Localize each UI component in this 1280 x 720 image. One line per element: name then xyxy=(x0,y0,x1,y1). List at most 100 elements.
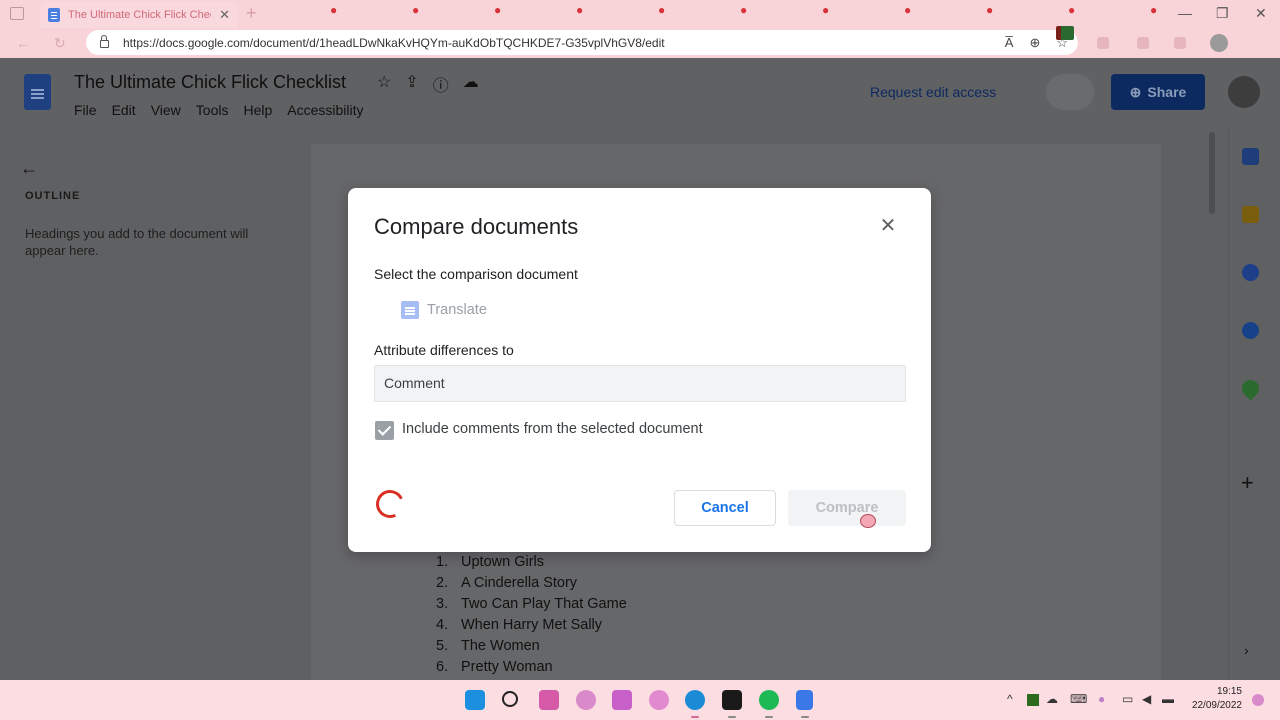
strawberry-decoration-icon: ● xyxy=(330,3,338,17)
volume-icon[interactable]: ◀ xyxy=(1142,692,1151,706)
include-comments-checkbox[interactable] xyxy=(375,421,394,440)
list-item: 6. Pretty Woman xyxy=(436,659,553,675)
menu-edit[interactable]: Edit xyxy=(112,102,136,118)
network-icon[interactable]: ▭ xyxy=(1122,692,1133,706)
close-window-button[interactable]: ✕ xyxy=(1255,5,1267,22)
menu-tools[interactable]: Tools xyxy=(196,102,229,118)
read-aloud-icon[interactable]: A̅ xyxy=(1005,35,1014,51)
onedrive-icon[interactable]: ☁ xyxy=(1046,692,1058,706)
docs-header: The Ultimate Chick Flick Checklist ☆ ⇪ ⓘ… xyxy=(0,58,1280,128)
app-icon[interactable] xyxy=(649,690,669,710)
tasks-icon[interactable] xyxy=(1242,264,1259,281)
docs-favicon-icon xyxy=(48,8,60,22)
app-icon[interactable] xyxy=(539,690,559,710)
select-document-label: Select the comparison document xyxy=(374,266,578,282)
running-indicator xyxy=(728,716,736,718)
attribute-field[interactable]: Comment xyxy=(374,365,906,402)
profile-avatar-icon[interactable] xyxy=(1210,34,1228,52)
list-item: 3. Two Can Play That Game xyxy=(436,596,627,612)
move-to-drive-icon[interactable]: ⇪ xyxy=(405,72,418,96)
share-label: Share xyxy=(1147,84,1187,100)
calendar-icon[interactable] xyxy=(1242,148,1259,165)
address-bar[interactable]: https://docs.google.com/document/d/1head… xyxy=(86,30,1078,55)
cancel-button[interactable]: Cancel xyxy=(674,490,776,526)
strawberry-decoration-icon: ● xyxy=(1068,3,1076,17)
url-text[interactable]: https://docs.google.com/document/d/1head… xyxy=(123,36,665,50)
close-icon[interactable]: ✕ xyxy=(878,216,898,236)
tab-title: The Ultimate Chick Flick Checklist xyxy=(68,9,211,21)
star-icon[interactable]: ☆ xyxy=(377,72,391,96)
menu-file[interactable]: File xyxy=(74,102,97,118)
menu-help[interactable]: Help xyxy=(243,102,272,118)
nvidia-icon[interactable] xyxy=(1027,694,1039,706)
workspaces-icon[interactable] xyxy=(10,7,24,20)
running-indicator xyxy=(765,716,773,718)
expand-panel-icon[interactable]: › xyxy=(1244,642,1249,658)
selected-document-link[interactable]: Translate xyxy=(427,302,487,318)
back-nav-icon[interactable]: ← xyxy=(16,35,30,51)
menu-view[interactable]: View xyxy=(151,102,181,118)
scrollbar-thumb[interactable] xyxy=(1209,132,1215,214)
chevron-up-icon[interactable]: ^ xyxy=(1007,692,1013,706)
discord-icon[interactable] xyxy=(576,690,596,710)
active-indicator xyxy=(691,716,699,718)
notification-icon[interactable] xyxy=(1252,694,1264,706)
contacts-icon[interactable] xyxy=(1242,322,1259,339)
windows-start-icon[interactable] xyxy=(465,690,485,710)
tab-close-icon[interactable]: ✕ xyxy=(219,7,230,23)
add-addon-icon[interactable]: + xyxy=(1241,470,1254,496)
extension-icon[interactable] xyxy=(1174,37,1186,49)
info-icon[interactable]: ⓘ xyxy=(433,72,449,96)
extension-icon[interactable] xyxy=(1137,37,1149,49)
docs-logo-icon[interactable] xyxy=(24,74,51,110)
document-title[interactable]: The Ultimate Chick Flick Checklist xyxy=(74,72,346,93)
mouse-cursor-icon xyxy=(860,514,876,528)
docs-taskbar-icon[interactable] xyxy=(796,690,813,710)
browser-tab[interactable]: The Ultimate Chick Flick Checklist ✕ xyxy=(40,2,238,28)
list-item: 2. A Cinderella Story xyxy=(436,575,578,591)
strawberry-decoration-icon: ● xyxy=(412,3,420,17)
restore-button[interactable]: ❐ xyxy=(1216,5,1229,22)
time: 19:15 xyxy=(1216,686,1242,697)
refresh-icon[interactable]: ↻ xyxy=(54,35,66,52)
capcut-icon[interactable] xyxy=(722,690,742,710)
minimize-button[interactable]: — xyxy=(1178,5,1192,21)
strawberry-decoration-icon: ● xyxy=(576,3,584,17)
outline-heading: OUTLINE xyxy=(25,190,81,202)
keep-icon[interactable] xyxy=(1242,206,1259,223)
menu-bar: File Edit View Tools Help Accessibility xyxy=(74,102,364,118)
running-indicator xyxy=(801,716,809,718)
include-comments-label[interactable]: Include comments from the selected docum… xyxy=(402,421,703,437)
strawberry-decoration-icon: ● xyxy=(1150,3,1158,17)
meet-icon xyxy=(1056,26,1074,40)
meet-button[interactable] xyxy=(1046,74,1094,110)
compare-documents-dialog: Compare documents ✕ Select the compariso… xyxy=(348,188,931,552)
zoom-icon[interactable]: ⊕ xyxy=(1029,35,1040,51)
cloud-status-icon[interactable]: ☁ xyxy=(463,72,479,96)
taskbar: ^ ☁ ⌨ ● ▭ ◀ ▬ 19:15 22/09/2022 xyxy=(0,680,1280,720)
search-icon[interactable] xyxy=(502,691,518,707)
user-avatar[interactable] xyxy=(1228,76,1260,108)
clock[interactable]: 19:15 22/09/2022 xyxy=(1188,685,1242,713)
outline-back-icon[interactable]: ← xyxy=(20,158,38,179)
browser-titlebar: ● ● ● ● ● ● ● ● ● ● ● The Ultimate Chick… xyxy=(0,0,1280,28)
extension-icon[interactable] xyxy=(1097,37,1109,49)
browser-toolbar: ← ↻ https://docs.google.com/document/d/1… xyxy=(0,28,1280,58)
keyboard-icon[interactable]: ⌨ xyxy=(1070,692,1087,706)
strawberry-decoration-icon: ● xyxy=(822,3,830,17)
lock-icon xyxy=(100,35,109,48)
request-edit-access-button[interactable]: Request edit access xyxy=(870,84,996,100)
battery-icon[interactable]: ▬ xyxy=(1162,692,1174,706)
new-tab-button[interactable]: + xyxy=(246,3,257,24)
list-item: 5. The Women xyxy=(436,638,540,654)
edge-icon[interactable] xyxy=(685,690,705,710)
illustrator-icon[interactable] xyxy=(612,690,632,710)
share-button[interactable]: ⊕ Share xyxy=(1111,74,1205,110)
compare-button[interactable]: Compare xyxy=(788,490,906,526)
menu-accessibility[interactable]: Accessibility xyxy=(287,102,363,118)
globe-icon: ⊕ xyxy=(1129,83,1142,100)
strawberry-decoration-icon: ● xyxy=(904,3,912,17)
microphone-icon[interactable]: ● xyxy=(1098,692,1105,706)
spotify-icon[interactable] xyxy=(759,690,779,710)
strawberry-decoration-icon: ● xyxy=(740,3,748,17)
